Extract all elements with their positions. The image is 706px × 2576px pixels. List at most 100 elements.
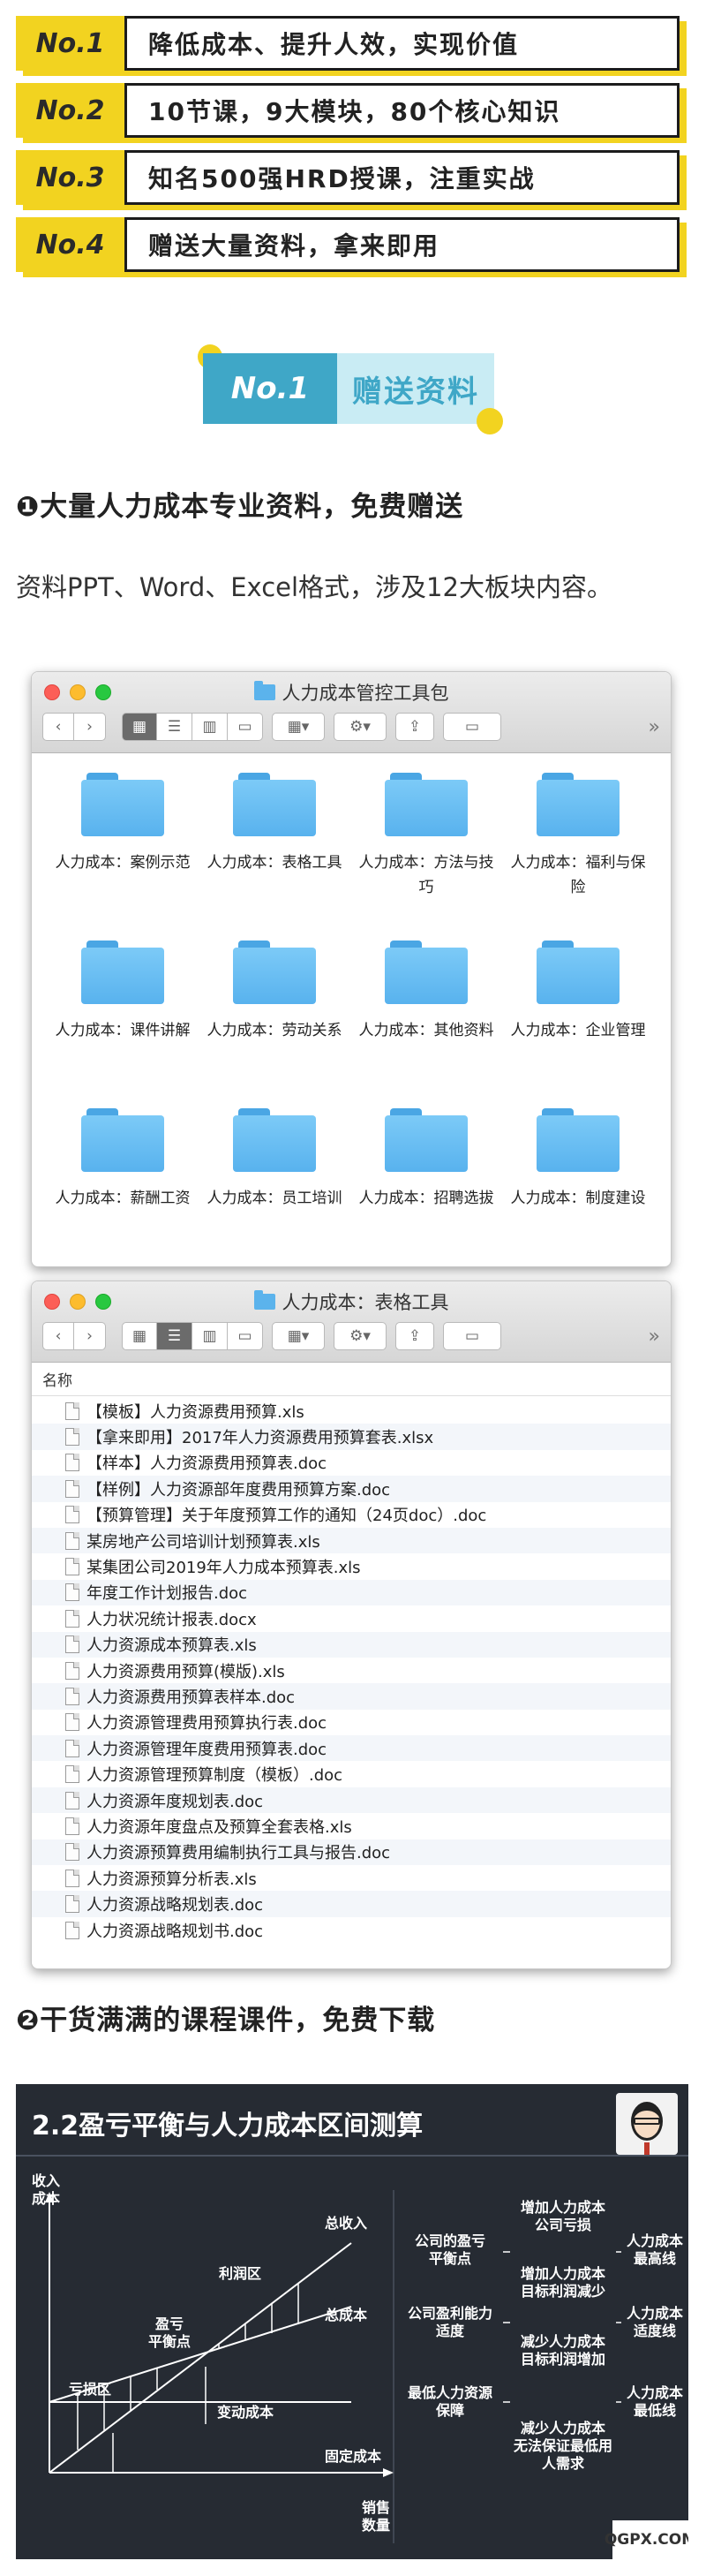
window-titlebar: 人力成本管控工具包 ‹ › ▦ ☰ ▥ ▭ ▦▾ ⚙▾ ⇪ ▭ » (32, 672, 671, 753)
column-view-button[interactable]: ▥ (192, 713, 228, 741)
file-row[interactable]: 【预算管理】关于年度预算工作的通知（24页doc）.doc (32, 1501, 671, 1528)
file-row[interactable]: 人力状况统计报表.docx (32, 1605, 671, 1632)
folder-icon (537, 1108, 620, 1172)
feature-text: 知名500强HRD授课，注重实战 (148, 164, 536, 193)
file-row[interactable]: 【模板】人力资源费用预算.xls (32, 1398, 671, 1424)
feature-tag: No.1 (16, 16, 127, 71)
document-icon (65, 1713, 79, 1732)
file-row[interactable]: 人力资源管理预算制度（模板）.doc (32, 1761, 671, 1787)
file-row[interactable]: 【样本】人力资源费用预算表.doc (32, 1449, 671, 1477)
file-row[interactable]: 某集团公司2019年人力成本预算表.xls (32, 1553, 671, 1580)
file-name: 人力资源战略规划书.doc (86, 1922, 264, 1941)
share-button[interactable]: ⇪ (395, 713, 434, 741)
document-icon (65, 1921, 79, 1939)
file-name: 年度工作计划报告.doc (86, 1584, 248, 1604)
folder-icon (253, 681, 275, 700)
back-button[interactable]: ‹ (42, 1322, 74, 1350)
icon-view-button[interactable]: ▦ (122, 1322, 157, 1350)
folder-item[interactable]: 人力成本：劳动关系 (199, 941, 349, 1043)
forward-button[interactable]: › (74, 1322, 106, 1350)
tags-button[interactable]: ▭ (443, 713, 501, 741)
file-name: 人力资源战略规划表.doc (86, 1896, 264, 1915)
arrange-button[interactable]: ▦▾ (272, 1322, 325, 1350)
column-view-button[interactable]: ▥ (192, 1322, 228, 1350)
list-view-button[interactable]: ☰ (157, 713, 192, 741)
folder-item[interactable]: 人力成本：其他资料 (351, 941, 501, 1043)
file-row[interactable]: 人力资源成本预算表.xls (32, 1631, 671, 1658)
file-name: 人力资源年度盘点及预算全套表格.xls (86, 1817, 352, 1837)
file-name: 人力资源预算分析表.xls (86, 1870, 257, 1889)
document-icon (65, 1609, 79, 1628)
toolbar-overflow-icon[interactable]: » (649, 716, 660, 738)
folder-label: 人力成本：薪酬工资 (55, 1190, 191, 1207)
finder-window-list: 人力成本：表格工具 ‹ › ▦ ☰ ▥ ▭ ▦▾ ⚙▾ ⇪ ▭ » 名称 【模板】… (31, 1280, 672, 1969)
gallery-view-button[interactable]: ▭ (228, 1322, 263, 1350)
folder-item[interactable]: 人力成本：案例示范 (48, 773, 198, 875)
folder-item[interactable]: 人力成本：表格工具 (199, 773, 349, 875)
action-gear-button[interactable]: ⚙▾ (334, 713, 387, 741)
folder-item[interactable]: 人力成本：薪酬工资 (48, 1108, 198, 1211)
file-row[interactable]: 【样例】人力资源部年度费用预算方案.doc (32, 1476, 671, 1502)
folder-item[interactable]: 人力成本：方法与技巧 (351, 773, 501, 900)
feature-item: No.2 10节课，9大模块，80个核心知识 (16, 83, 680, 138)
folder-icon (233, 941, 316, 1004)
share-button[interactable]: ⇪ (395, 1322, 434, 1350)
back-button[interactable]: ‹ (42, 713, 74, 741)
folder-icon (81, 1108, 164, 1172)
gallery-view-button[interactable]: ▭ (228, 713, 263, 741)
toolbar-overflow-icon[interactable]: » (649, 1326, 660, 1348)
folder-item[interactable]: 人力成本：企业管理 (503, 941, 653, 1043)
right-label: 最低人力资源 保障 (407, 2384, 492, 2419)
file-name: 人力资源管理费用预算执行表.doc (86, 1714, 327, 1734)
file-row[interactable]: 人力资源年度盘点及预算全套表格.xls (32, 1813, 671, 1839)
file-row[interactable]: 人力资源年度规划表.doc (32, 1787, 671, 1814)
section-badge-label: 赠送资料 (337, 353, 494, 424)
folder-item[interactable]: 人力成本：福利与保险 (503, 773, 653, 900)
column-header-name[interactable]: 名称 (32, 1363, 671, 1396)
file-row[interactable]: 人力资源费用预算表样本.doc (32, 1683, 671, 1710)
feature-tag: No.2 (16, 83, 127, 138)
file-row[interactable]: 某房地产公司培训计划预算表.xls (32, 1527, 671, 1554)
tags-button[interactable]: ▭ (443, 1322, 501, 1350)
folder-label: 人力成本：员工培训 (207, 1190, 342, 1207)
list-view-button[interactable]: ☰ (157, 1322, 192, 1350)
section-heading: ❷干货满满的课程课件，免费下载 (16, 2005, 436, 2036)
folder-icon (537, 773, 620, 836)
feature-item: No.3 知名500强HRD授课，注重实战 (16, 150, 680, 205)
total-revenue-line (49, 2242, 352, 2474)
file-row[interactable]: 人力资源费用预算(模版).xls (32, 1657, 671, 1684)
folder-item[interactable]: 人力成本：制度建设 (503, 1108, 653, 1211)
right-label: 减少人力成本 目标利润增加 (520, 2333, 605, 2368)
file-row[interactable]: 人力资源预算分析表.xls (32, 1865, 671, 1892)
folder-icon (81, 773, 164, 836)
file-row[interactable]: 人力资源管理费用预算执行表.doc (32, 1709, 671, 1736)
folder-item[interactable]: 人力成本：课件讲解 (48, 941, 198, 1043)
folder-item[interactable]: 人力成本：招聘选拔 (351, 1108, 501, 1211)
file-list: 【模板】人力资源费用预算.xls 【拿来即用】2017年人力资源费用预算套表.xl… (32, 1398, 671, 1944)
document-icon (65, 1479, 79, 1498)
total-cost-label: 总成本 (325, 2307, 368, 2323)
file-row[interactable]: 【拿来即用】2017年人力资源费用预算套表.xlsx (32, 1424, 671, 1450)
file-row[interactable]: 人力资源预算费用编制执行工具与报告.doc (32, 1839, 671, 1866)
icon-view-button[interactable]: ▦ (122, 713, 157, 741)
file-row[interactable]: 人力资源管理年度费用预算表.doc (32, 1735, 671, 1762)
document-icon (65, 1635, 79, 1654)
folder-label: 人力成本：案例示范 (55, 854, 191, 872)
file-name: 【模板】人力资源费用预算.xls (86, 1402, 304, 1422)
file-name: 某房地产公司培训计划预算表.xls (86, 1532, 320, 1552)
right-label: 减少人力成本 无法保证最低用 人需求 (513, 2420, 612, 2472)
arrange-button[interactable]: ▦▾ (272, 713, 325, 741)
folder-item[interactable]: 人力成本：员工培训 (199, 1108, 349, 1211)
folder-label: 人力成本：其他资料 (358, 1022, 494, 1039)
file-row[interactable]: 人力资源战略规划表.doc (32, 1891, 671, 1917)
document-icon (65, 1739, 79, 1757)
right-label: 增加人力成本 公司亏损 (520, 2199, 605, 2233)
right-label: 人力成本 适度线 (626, 2305, 683, 2339)
file-row[interactable]: 年度工作计划报告.doc (32, 1579, 671, 1606)
forward-button[interactable]: › (74, 713, 106, 741)
file-name: 人力资源管理年度费用预算表.doc (86, 1740, 327, 1759)
file-row[interactable]: 人力资源战略规划书.doc (32, 1916, 671, 1944)
action-gear-button[interactable]: ⚙▾ (334, 1322, 387, 1350)
folder-label: 人力成本：方法与技巧 (358, 854, 494, 896)
right-label: 增加人力成本 目标利润减少 (520, 2265, 605, 2300)
